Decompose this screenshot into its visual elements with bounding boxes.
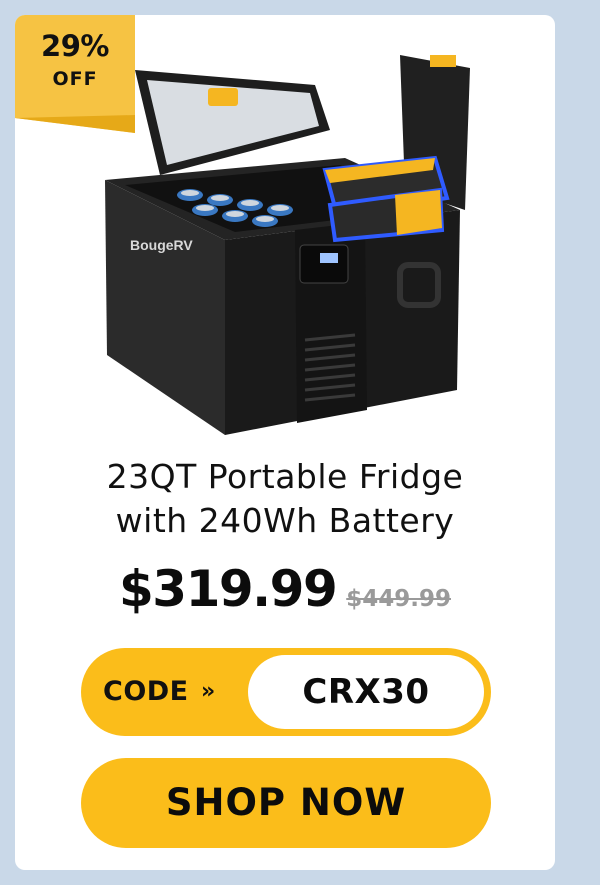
product-card: 29% OFF BougeRV 23QT Portable Fridge wit… [15, 15, 555, 870]
price-row: $319.99 $449.99 [15, 560, 555, 618]
brand-logo: BougeRV [130, 237, 193, 253]
shop-now-button[interactable]: SHOP NOW [81, 758, 491, 848]
sale-price: $319.99 [119, 560, 338, 618]
title-line-1: 23QT Portable Fridge [106, 457, 464, 496]
original-price: $449.99 [346, 586, 451, 612]
code-label: CODE [103, 676, 189, 707]
promo-code-value[interactable]: CRX30 [248, 655, 484, 729]
product-image[interactable]: BougeRV [85, 40, 485, 440]
title-line-2: with 240Wh Battery [115, 501, 455, 540]
promo-code-pill[interactable]: CODE » CRX30 [81, 648, 491, 736]
product-title: 23QT Portable Fridge with 240Wh Battery [15, 455, 555, 543]
double-chevron-right-icon: » [201, 679, 216, 704]
